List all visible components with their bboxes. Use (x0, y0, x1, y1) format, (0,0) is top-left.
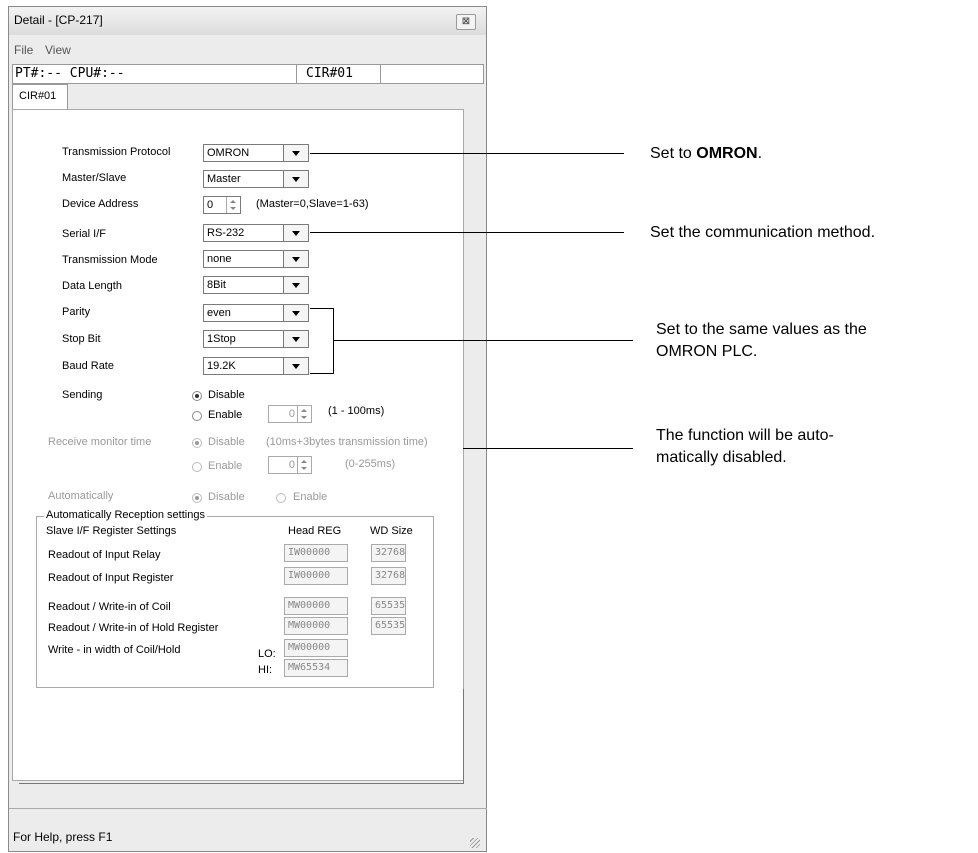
wd-size-field[interactable]: 65535 (371, 617, 406, 635)
serial-if-select[interactable]: RS-232 (203, 224, 309, 242)
baud-rate-label: Baud Rate (62, 360, 114, 372)
hi-label: HI: (258, 664, 273, 676)
baud-rate-select[interactable]: 19.2K (203, 357, 309, 375)
spin-arrows-icon (226, 197, 240, 213)
sending-disable-radio[interactable] (192, 391, 202, 401)
callout-omron: Set to OMRON. (650, 145, 763, 162)
row-label: Readout / Write-in of Hold Register (48, 622, 219, 634)
chevron-down-icon (283, 358, 308, 374)
pt-cpu-label: PT#:-- CPU#:-- (15, 66, 125, 81)
protocol-select[interactable]: OMRON (203, 144, 309, 162)
sending-disable-label: Disable (208, 389, 245, 401)
slave-if-header: Slave I/F Register Settings (46, 525, 177, 537)
chevron-down-icon (283, 277, 308, 293)
callout-line-plc (333, 340, 633, 341)
callout-plc-line2: OMRON PLC. (656, 343, 758, 360)
device-address-label: Device Address (62, 198, 139, 210)
receive-range: (0-255ms) (345, 458, 396, 470)
device-address-hint: (Master=0,Slave=1-63) (256, 198, 369, 210)
device-address-spinner[interactable]: 0 (203, 196, 241, 214)
wd-size-field[interactable]: 32768 (371, 567, 406, 585)
chevron-down-icon (283, 305, 308, 321)
auto-enable-label: Enable (293, 491, 328, 503)
row-label: Readout of Input Register (48, 572, 174, 584)
bracket-bottom (310, 373, 334, 374)
resize-grip-icon[interactable] (470, 838, 480, 848)
sending-label: Sending (62, 389, 103, 401)
head-reg-field[interactable]: IW00000 (284, 567, 348, 585)
transmission-mode-label: Transmission Mode (62, 254, 158, 266)
receive-hint: (10ms+3bytes transmission time) (266, 436, 428, 448)
tab-cir01[interactable]: CIR#01 (12, 84, 68, 110)
menu-bar: File View (10, 41, 485, 59)
callout-line-omron (310, 153, 624, 154)
transmission-mode-select[interactable]: none (203, 250, 309, 268)
head-reg-header: Head REG (288, 525, 342, 537)
status-bar-text: For Help, press F1 (13, 830, 113, 844)
stop-bit-label: Stop Bit (62, 333, 101, 345)
data-length-select[interactable]: 8Bit (203, 276, 309, 294)
close-button[interactable]: ⊠ (456, 14, 476, 30)
lo-field[interactable]: MW00000 (284, 639, 348, 657)
serial-if-label: Serial I/F (62, 228, 107, 240)
automatically-label: Automatically (48, 490, 114, 502)
receive-enable-radio[interactable] (192, 462, 202, 472)
window-title: Detail - [CP-217] (14, 13, 103, 27)
auto-disable-label: Disable (208, 491, 245, 503)
head-reg-field[interactable]: IW00000 (284, 544, 348, 562)
title-bar: Detail - [CP-217] ⊠ (9, 7, 486, 35)
lo-label: LO: (258, 648, 276, 660)
spin-arrows-icon (297, 406, 311, 422)
callout-comm: Set the communication method. (650, 224, 876, 241)
sending-enable-label: Enable (208, 409, 243, 421)
wd-size-field[interactable]: 65535 (371, 597, 406, 615)
info-bar: PT#:-- CPU#:-- CIR#01 (12, 64, 484, 84)
spin-arrows-icon (297, 457, 311, 473)
receive-spinner[interactable]: 0 (268, 456, 312, 474)
receive-enable-label: Enable (208, 460, 243, 472)
chevron-down-icon (283, 251, 308, 267)
parity-label: Parity (62, 306, 91, 318)
chevron-down-icon (283, 171, 308, 187)
sending-enable-radio[interactable] (192, 411, 202, 421)
parity-select[interactable]: even (203, 304, 309, 322)
auto-disable-radio[interactable] (192, 493, 202, 503)
callout-auto-line2: matically disabled. (656, 449, 787, 466)
status-separator (9, 808, 487, 809)
data-length-label: Data Length (62, 280, 122, 292)
chevron-down-icon (283, 331, 308, 347)
menu-file[interactable]: File (14, 43, 33, 57)
receive-disable-radio[interactable] (192, 438, 202, 448)
menu-view[interactable]: View (45, 43, 71, 57)
callout-auto-line1: The function will be auto- (656, 427, 834, 444)
write-width-label: Write - in width of Coil/Hold (48, 644, 181, 656)
sending-range: (1 - 100ms) (328, 405, 385, 417)
callout-plc-line1: Set to the same values as the (656, 321, 867, 338)
bracket-top (310, 308, 334, 309)
cir-label: CIR#01 (306, 66, 353, 81)
row-label: Readout / Write-in of Coil (48, 601, 171, 613)
wd-size-header: WD Size (370, 525, 413, 537)
reception-group-title: Automatically Reception settings (44, 509, 207, 521)
panel-frame (19, 689, 464, 784)
protocol-label: Transmission Protocol (62, 146, 171, 158)
auto-enable-radio[interactable] (276, 493, 286, 503)
master-slave-label: Master/Slave (62, 172, 127, 184)
master-slave-select[interactable]: Master (203, 170, 309, 188)
head-reg-field[interactable]: MW00000 (284, 617, 348, 635)
hi-field[interactable]: MW65534 (284, 659, 348, 677)
wd-size-field[interactable]: 32768 (371, 544, 406, 562)
bracket-vertical (333, 308, 334, 374)
callout-line-auto (463, 448, 633, 449)
receive-disable-label: Disable (208, 436, 245, 448)
head-reg-field[interactable]: MW00000 (284, 597, 348, 615)
stop-bit-select[interactable]: 1Stop (203, 330, 309, 348)
callout-line-comm (310, 232, 624, 233)
receive-monitor-label: Receive monitor time (48, 436, 152, 448)
sending-spinner[interactable]: 0 (268, 405, 312, 423)
chevron-down-icon (283, 145, 308, 161)
row-label: Readout of Input Relay (48, 549, 161, 561)
chevron-down-icon (283, 225, 308, 241)
